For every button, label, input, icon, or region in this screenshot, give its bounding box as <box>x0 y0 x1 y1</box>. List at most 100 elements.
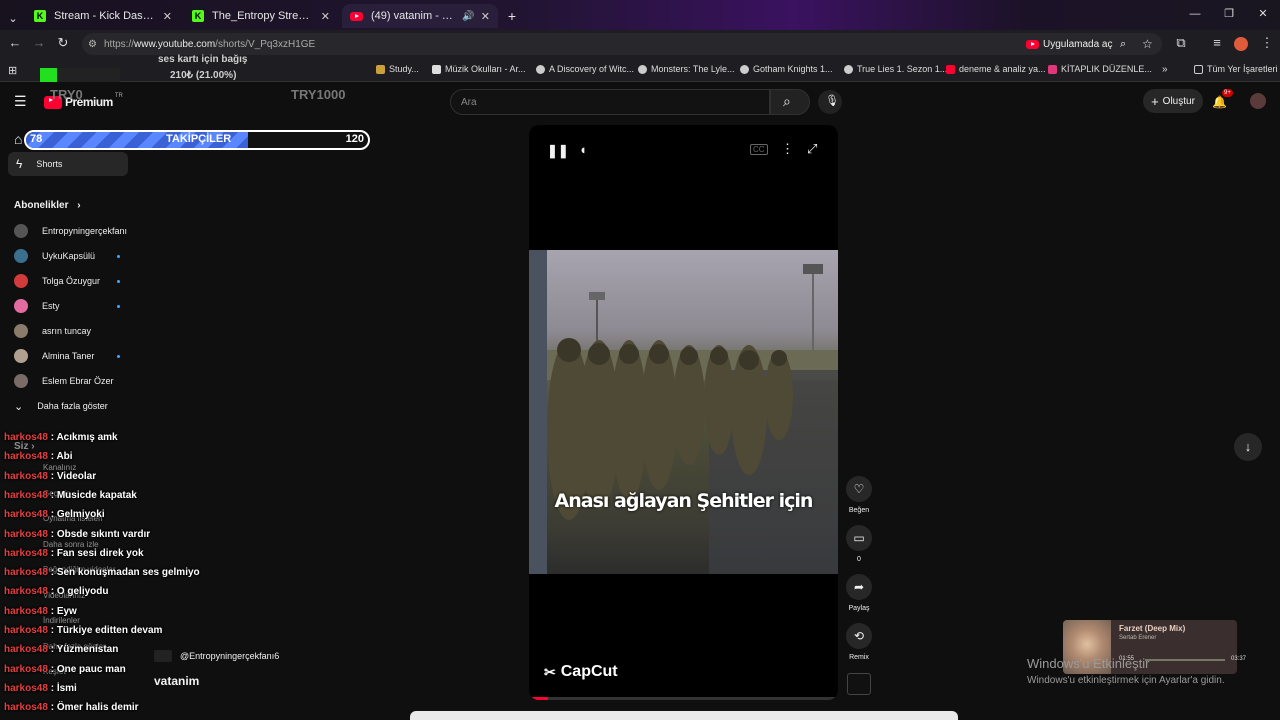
chat-separator: : <box>47 567 57 579</box>
media-icon[interactable]: ≡ <box>1208 35 1226 50</box>
chat-message: harkos48 : İsmi <box>4 683 77 694</box>
close-icon[interactable]: ✕ <box>163 10 172 23</box>
chat-message: harkos48 : Musicde kapatak <box>4 490 137 501</box>
hamburger-menu-icon[interactable]: ☰ <box>14 93 27 110</box>
sidebar-item-channel[interactable]: UykuKapsülü <box>8 244 128 268</box>
tab-kick-dashboard[interactable]: K Stream - Kick Dashboard ✕ <box>26 4 180 28</box>
remix-button[interactable]: ⟲ Remix <box>846 623 872 661</box>
chat-separator: : <box>47 470 57 482</box>
browser-menu-icon[interactable]: ⋮ <box>1258 35 1276 51</box>
volume-icon[interactable]: ◖ <box>579 142 587 157</box>
tab-list-button[interactable]: ⌄ <box>4 6 22 30</box>
chat-username: harkos48 <box>4 663 48 675</box>
sidebar-item-channel[interactable]: Tolga Özuygur <box>8 269 128 293</box>
sidebar-item-channel[interactable]: Almina Taner <box>8 344 128 368</box>
restore-icon[interactable]: ❐ <box>1212 4 1246 24</box>
chat-text: Videolar <box>56 470 97 482</box>
shorts-player[interactable]: ❚❚ ◖ CC ⋮ ⤢ Anası ağlayan Şehitler için … <box>529 125 838 700</box>
search-button[interactable]: ⌕ <box>770 89 810 115</box>
all-bookmarks-folder[interactable]: Tüm Yer İşaretleri <box>1194 64 1278 74</box>
pause-icon[interactable]: ❚❚ <box>547 143 569 159</box>
windows-activation-watermark: Windows'u Etkinleştir Windows'u etkinleş… <box>1027 656 1225 686</box>
close-icon[interactable]: ✕ <box>481 10 490 23</box>
like-button[interactable]: ♡ Beğen <box>846 476 872 514</box>
follower-goal-bar: 78 TAKİPÇİLER 120 <box>24 130 370 150</box>
bookmark-item[interactable]: Gotham Knights 1... <box>740 64 833 74</box>
bookmark-item[interactable]: deneme & analiz ya... <box>946 64 1046 74</box>
captions-icon[interactable]: CC <box>750 144 768 155</box>
channel-name: Eslem Ebrar Özer <box>42 376 114 386</box>
channel-name: UykuKapsülü <box>42 251 96 261</box>
close-icon[interactable]: ✕ <box>321 10 330 23</box>
more-vert-icon[interactable]: ⋮ <box>781 141 794 157</box>
sidebar-item-channel[interactable]: Esty <box>8 294 128 318</box>
back-icon[interactable]: ← <box>6 35 24 50</box>
minimize-icon[interactable]: — <box>1178 4 1212 24</box>
sidebar-item-channel[interactable]: asrın tuncay <box>8 319 128 343</box>
live-dot <box>117 304 120 308</box>
open-in-app-button[interactable]: Uygulamada aç <box>1026 36 1112 52</box>
channel-avatar <box>14 274 28 288</box>
sidebar-item-shorts[interactable]: ϟ Shorts <box>8 152 128 176</box>
chat-text: İsmi <box>56 682 77 694</box>
profile-avatar[interactable] <box>1234 37 1248 51</box>
show-more-button[interactable]: ⌄ Daha fazla göster <box>8 394 128 418</box>
activation-subtitle: Windows'u etkinleştirmek için Ayarlar'a … <box>1027 675 1225 686</box>
donation-title: ses kartı için bağış <box>158 54 248 65</box>
chat-text: Ömer halis demir <box>56 702 139 714</box>
chevron-down-icon: ⌄ <box>14 400 24 413</box>
speaker-icon[interactable]: 🔊 <box>462 11 474 22</box>
extensions-icon[interactable]: ⧉ <box>1172 35 1190 51</box>
new-tab-button[interactable]: + <box>502 4 522 28</box>
channel-avatar <box>14 324 28 338</box>
site-info-icon[interactable]: ⚙ <box>88 39 97 50</box>
voice-search-button[interactable]: 🎙 <box>818 90 842 114</box>
channel-name: asrın tuncay <box>42 326 92 336</box>
search-input[interactable]: Ara <box>450 89 770 115</box>
next-video-button[interactable]: ↓ <box>1234 433 1262 461</box>
bookmark-item[interactable]: Monsters: The Lyle... <box>638 64 735 74</box>
channel-name: Esty <box>42 301 60 311</box>
comments-button[interactable]: ▭ 0 <box>846 525 872 563</box>
bookmark-item[interactable]: True Lies 1. Sezon 1... <box>844 64 947 74</box>
activation-title: Windows'u Etkinleştir <box>1027 656 1150 671</box>
bookmark-item[interactable]: A Discovery of Witc... <box>536 64 634 74</box>
capcut-watermark: ✂ CapCut <box>544 663 618 680</box>
forward-icon[interactable]: → <box>30 35 48 50</box>
more-bookmarks-icon[interactable]: » <box>1162 64 1168 75</box>
bookmark-item[interactable]: KİTAPLIK DÜZENLE... <box>1048 64 1152 74</box>
window-close-icon[interactable]: ✕ <box>1246 4 1280 24</box>
tab-youtube-active[interactable]: (49) vatanim - YouTube 🔊 ✕ <box>342 4 498 28</box>
chat-message: harkos48 : Türkiye editten devam <box>4 625 162 636</box>
share-button[interactable]: ➦ Paylaş <box>846 574 872 612</box>
sidebar-item-channel[interactable]: Entropyningerçekfanı <box>8 219 128 243</box>
notifications-button[interactable]: 🔔 9+ <box>1212 89 1233 111</box>
audio-thumbnail[interactable] <box>847 673 871 695</box>
chat-separator: : <box>47 605 57 617</box>
fullscreen-icon[interactable]: ⤢ <box>807 141 817 157</box>
bottom-panel-edge <box>410 711 958 720</box>
create-button[interactable]: + Oluştur <box>1143 89 1203 113</box>
apps-icon[interactable]: ⊞ <box>8 64 17 77</box>
remix-icon: ⟲ <box>846 623 872 649</box>
follower-current: 78 <box>30 133 43 145</box>
reload-icon[interactable]: ↻ <box>54 35 72 51</box>
video-progress[interactable] <box>529 697 838 700</box>
remix-label: Remix <box>849 654 869 661</box>
chat-username: harkos48 <box>4 702 48 714</box>
bookmark-star-icon[interactable]: ☆ <box>1142 37 1153 51</box>
sidebar-item-channel[interactable]: Eslem Ebrar Özer <box>8 369 128 393</box>
zoom-icon[interactable]: ⌕ <box>1120 38 1126 51</box>
chat-text: Fan sesi direk yok <box>56 547 144 559</box>
chat-message: harkos48 : Videolar <box>4 471 96 482</box>
comments-count: 0 <box>857 556 861 563</box>
tab-title: (49) vatanim - YouTube <box>371 10 458 22</box>
bookmark-item[interactable]: Müzik Okulları - Ar... <box>432 64 526 74</box>
subscriptions-header[interactable]: Abonelikler › <box>14 200 81 211</box>
tab-entropy-stream[interactable]: K The_Entropy Stream - Watch Li ✕ <box>184 4 338 28</box>
live-dot <box>117 279 120 283</box>
account-avatar[interactable] <box>1250 93 1266 109</box>
home-icon[interactable]: ⌂ <box>14 131 22 147</box>
bookmark-item[interactable]: Study... <box>376 64 419 74</box>
plus-icon: + <box>1151 93 1159 109</box>
